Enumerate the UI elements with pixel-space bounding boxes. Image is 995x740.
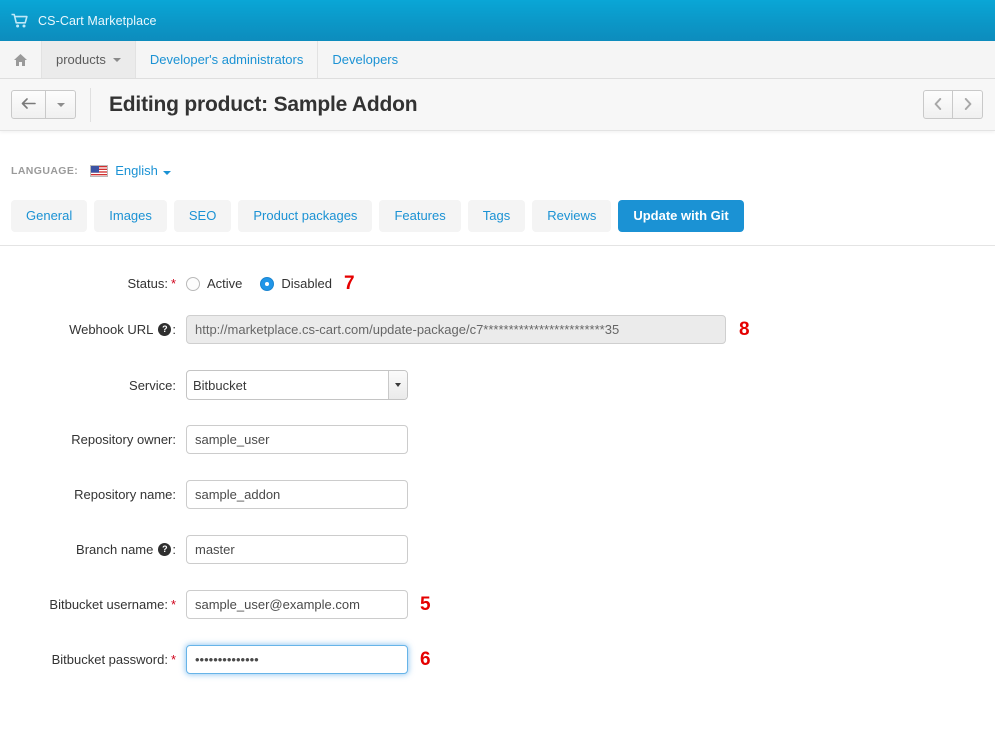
webhook-url-label: Webhook URL <box>69 322 154 337</box>
form-row-service: Service: Bitbucket <box>0 370 995 400</box>
question-mark-icon[interactable]: ? <box>158 323 172 336</box>
radio-disabled[interactable] <box>260 276 275 291</box>
branch-name-input[interactable] <box>186 535 408 564</box>
repository-owner-input[interactable] <box>186 425 408 454</box>
form-row-repository-owner: Repository owner: <box>0 425 995 454</box>
required-marker: * <box>170 276 176 291</box>
app-top-bar: CS-Cart Marketplace <box>0 0 995 41</box>
record-navigation <box>923 90 983 119</box>
form-row-status: Status: * Active Disabled 7 <box>0 274 995 293</box>
form-row-repository-name: Repository name: <box>0 480 995 509</box>
tab-bar: General Images SEO Product packages Feat… <box>0 183 995 246</box>
status-option-disabled-label: Disabled <box>281 276 332 291</box>
chevron-down-icon <box>112 57 121 62</box>
arrow-left-icon <box>21 97 36 112</box>
annotation-marker-6: 6 <box>420 649 431 670</box>
title-divider <box>90 87 91 122</box>
status-option-active-label: Active <box>207 276 243 291</box>
bitbucket-password-label: Bitbucket password: <box>51 652 168 667</box>
next-record-button[interactable] <box>953 90 983 119</box>
webhook-url-colon: : <box>172 322 176 337</box>
repository-owner-label: Repository owner: <box>71 432 176 447</box>
tab-general[interactable]: General <box>11 200 88 232</box>
status-label-wrap: Status: * <box>0 276 186 291</box>
repository-name-input[interactable] <box>186 480 408 509</box>
radio-active[interactable] <box>186 276 200 291</box>
shopping-cart-icon <box>11 13 29 29</box>
form-row-bitbucket-username: Bitbucket username:* 5 <box>0 590 995 619</box>
language-current[interactable]: English <box>115 163 171 178</box>
status-label: Status: <box>127 276 168 291</box>
tab-reviews[interactable]: Reviews <box>532 200 612 232</box>
brand-title: CS-Cart Marketplace <box>38 13 157 28</box>
page-title-bar: Editing product: Sample Addon <box>0 79 995 131</box>
home-icon <box>13 53 28 67</box>
update-with-git-form: Status: * Active Disabled 7 Webhook URL?:… <box>0 246 995 674</box>
breadcrumb-item-label: Developers <box>332 52 399 67</box>
us-flag-icon <box>90 164 109 177</box>
question-mark-icon[interactable]: ? <box>158 543 172 556</box>
service-label-wrap: Service: <box>0 378 186 393</box>
branch-name-label: Branch name <box>76 542 154 557</box>
required-marker: * <box>170 597 176 612</box>
language-selector-row: LANGUAGE: English <box>0 131 995 183</box>
breadcrumb-item-developers[interactable]: Developers <box>318 41 412 78</box>
chevron-right-icon <box>964 97 972 113</box>
bitbucket-username-label-wrap: Bitbucket username: * <box>0 597 186 612</box>
back-button-group <box>11 90 76 119</box>
annotation-marker-5: 5 <box>420 594 431 615</box>
tab-product-packages[interactable]: Product packages <box>238 200 373 232</box>
form-row-branch-name: Branch name?: <box>0 535 995 564</box>
annotation-marker-7: 7 <box>344 273 355 294</box>
branch-name-colon: : <box>172 542 176 557</box>
status-option-active[interactable]: Active <box>186 276 242 291</box>
status-radio-group: Active Disabled <box>186 276 332 291</box>
back-dropdown-button[interactable] <box>46 90 76 119</box>
tab-update-with-git[interactable]: Update with Git <box>618 200 744 232</box>
chevron-left-icon <box>934 97 942 113</box>
breadcrumb-item-products[interactable]: products <box>42 41 136 78</box>
breadcrumb-home[interactable] <box>0 41 42 78</box>
tab-tags[interactable]: Tags <box>467 200 526 232</box>
repository-owner-label-wrap: Repository owner: <box>0 432 186 447</box>
tab-seo[interactable]: SEO <box>173 200 232 232</box>
language-label: LANGUAGE: <box>11 164 79 177</box>
required-marker: * <box>170 652 176 667</box>
service-label: Service: <box>129 377 176 393</box>
language-current-label: English <box>115 163 158 178</box>
service-select-wrap: Bitbucket <box>186 370 408 400</box>
service-select[interactable]: Bitbucket <box>186 370 408 400</box>
form-row-bitbucket-password: Bitbucket password:* 6 <box>0 645 995 674</box>
tab-features[interactable]: Features <box>379 200 461 232</box>
breadcrumb-item-label: products <box>56 52 106 67</box>
status-option-disabled[interactable]: Disabled <box>260 276 332 291</box>
page-title: Editing product: Sample Addon <box>109 92 418 116</box>
bitbucket-username-label: Bitbucket username: <box>49 597 168 612</box>
annotation-marker-8: 8 <box>739 319 750 340</box>
breadcrumb: products Developer's administrators Deve… <box>0 41 995 79</box>
bitbucket-username-input[interactable] <box>186 590 408 619</box>
form-row-webhook-url: Webhook URL?: 8 <box>0 315 995 344</box>
bitbucket-password-label-wrap: Bitbucket password: * <box>0 652 186 667</box>
breadcrumb-item-developers-administrators[interactable]: Developer's administrators <box>136 41 319 78</box>
chevron-down-icon <box>56 102 65 107</box>
bitbucket-password-input[interactable] <box>186 645 408 674</box>
chevron-down-icon <box>162 171 171 175</box>
back-button[interactable] <box>11 90 46 119</box>
breadcrumb-item-label: Developer's administrators <box>149 52 304 67</box>
webhook-url-label-wrap: Webhook URL?: <box>0 322 186 337</box>
tab-images[interactable]: Images <box>94 200 167 232</box>
branch-name-label-wrap: Branch name?: <box>0 542 186 557</box>
webhook-url-input[interactable] <box>186 315 726 344</box>
repository-name-label-wrap: Repository name: <box>0 487 186 502</box>
repository-name-label: Repository name: <box>74 487 176 502</box>
previous-record-button[interactable] <box>923 90 953 119</box>
